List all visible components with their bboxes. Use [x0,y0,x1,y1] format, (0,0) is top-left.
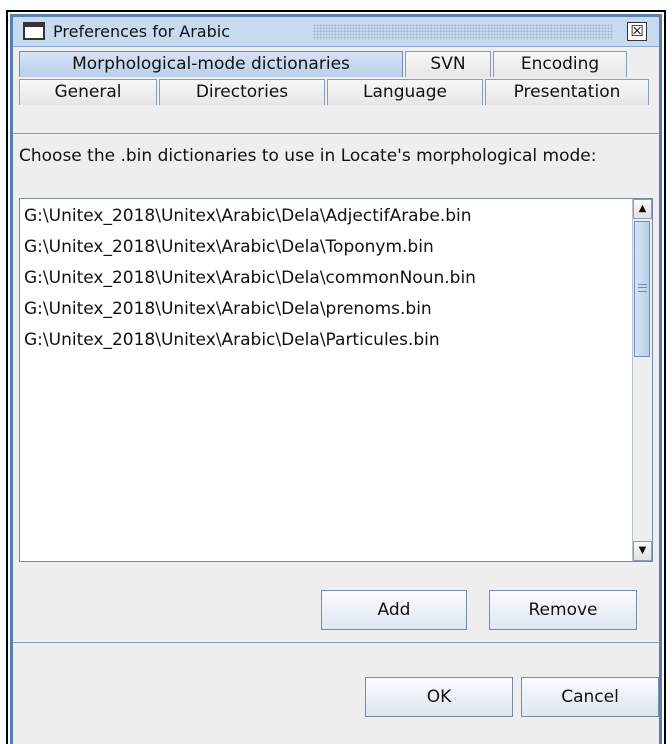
tab-morphological-mode-dictionaries[interactable]: Morphological-mode dictionaries [19,51,403,77]
window-title: Preferences for Arabic [53,22,230,41]
scroll-down-icon[interactable]: ▼ [633,541,652,561]
dictionary-list[interactable]: G:\Unitex_2018\Unitex\Arabic\Dela\Adject… [19,198,653,562]
tab-encoding[interactable]: Encoding [493,51,627,77]
list-item[interactable]: G:\Unitex_2018\Unitex\Arabic\Dela\Adject… [24,201,472,231]
title-bar-grip [313,24,613,40]
remove-button[interactable]: Remove [489,590,637,630]
close-icon[interactable]: ☒ [627,22,647,41]
tab-general[interactable]: General [19,79,157,105]
list-item[interactable]: G:\Unitex_2018\Unitex\Arabic\Dela\Topony… [24,232,434,262]
tab-language[interactable]: Language [327,79,483,105]
add-button[interactable]: Add [321,590,467,630]
ok-button[interactable]: OK [365,677,513,717]
scrollbar-thumb[interactable] [634,221,650,357]
instruction-text: Choose the .bin dictionaries to use in L… [19,146,597,166]
tab-content-panel: Choose the .bin dictionaries to use in L… [13,133,659,643]
vertical-scrollbar[interactable]: ▲ ▼ [632,199,652,561]
tab-presentation[interactable]: Presentation [485,79,649,105]
scroll-up-icon[interactable]: ▲ [633,199,652,219]
list-item[interactable]: G:\Unitex_2018\Unitex\Arabic\Dela\prenom… [24,294,432,324]
tab-svn[interactable]: SVN [405,51,491,77]
preferences-dialog: Preferences for Arabic ☒ Morphological-m… [10,14,662,744]
window-icon [23,22,45,40]
grip-icon [638,284,647,292]
cancel-button[interactable]: Cancel [521,677,659,717]
list-item[interactable]: G:\Unitex_2018\Unitex\Arabic\Dela\common… [24,263,476,293]
title-bar[interactable]: Preferences for Arabic ☒ [13,17,659,47]
list-item[interactable]: G:\Unitex_2018\Unitex\Arabic\Dela\Partic… [24,325,440,355]
tab-directories[interactable]: Directories [159,79,325,105]
